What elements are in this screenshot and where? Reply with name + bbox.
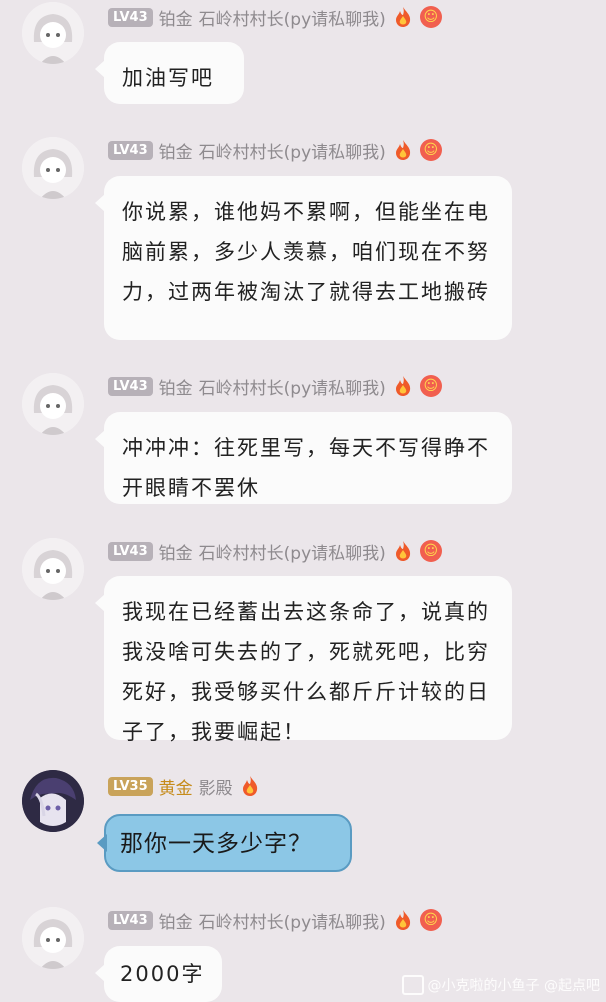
nickname[interactable]: 石岭村村长(py请私聊我) [199, 374, 386, 399]
message-meta: LV35 黄金 影殿 [108, 773, 261, 799]
message-text: 你说累，谁他妈不累啊，但能坐在电脑前累，多少人羡慕，咱们现在不努力，过两年被淘汰… [122, 200, 490, 304]
rank-label: 铂金 [158, 378, 193, 399]
message-meta: LV43 铂金 石岭村村长(py请私聊我) ☺ [108, 538, 442, 564]
chat-bubble: 加油写吧 [95, 42, 244, 104]
level-badge: LV43 [108, 910, 153, 930]
smile-badge-icon: ☺ [419, 909, 442, 931]
nickname[interactable]: 石岭村村长(py请私聊我) [199, 138, 386, 163]
message-meta: LV43 铂金 石岭村村长(py请私聊我) ☺ [108, 4, 442, 30]
level-badge: LV43 [108, 541, 153, 561]
user-avatar[interactable] [22, 538, 84, 600]
message-meta: LV43 铂金 石岭村村长(py请私聊我) ☺ [108, 907, 442, 933]
rank-label: 铂金 [158, 9, 193, 30]
fire-icon [242, 776, 257, 796]
level-badge: LV43 [108, 7, 153, 27]
watermark: @小克啦的小鱼子 @起点吧 [401, 975, 600, 995]
smile-badge-icon: ☺ [419, 375, 442, 397]
message-text: 冲冲冲：往死里写，每天不写得睁不开眼睛不罢休 [122, 436, 490, 500]
chat-bubble: 2000字 [95, 946, 222, 1002]
message-meta: LV43 铂金 石岭村村长(py请私聊我) ☺ [108, 373, 442, 399]
message-text: 加油写吧 [122, 66, 214, 90]
level-badge: LV43 [108, 140, 153, 160]
smile-badge-icon: ☺ [419, 6, 442, 28]
message-text: 2000字 [120, 962, 205, 986]
user-avatar[interactable] [22, 2, 84, 64]
message-text: 那你一天多少字？ [120, 831, 312, 857]
rank-label: 铂金 [158, 142, 193, 163]
chat-bubble: 我现在已经蓄出去这条命了，说真的我没啥可失去的了，死就死吧，比穷死好，我受够买什… [95, 576, 512, 744]
chat-bubble: 冲冲冲：往死里写，每天不写得睁不开眼睛不罢休 [95, 412, 512, 504]
user-avatar[interactable] [22, 907, 84, 969]
user-avatar[interactable] [22, 770, 84, 832]
smile-badge-icon: ☺ [419, 139, 442, 161]
fire-icon [395, 910, 410, 930]
fire-icon [395, 376, 410, 396]
fire-icon [395, 140, 410, 160]
level-badge: LV43 [108, 376, 153, 396]
nickname[interactable]: 石岭村村长(py请私聊我) [199, 908, 386, 933]
rank-label: 黄金 [158, 778, 193, 799]
rank-label: 铂金 [158, 912, 193, 933]
rank-label: 铂金 [158, 543, 193, 564]
nickname[interactable]: 石岭村村长(py请私聊我) [199, 539, 386, 564]
nickname[interactable]: 影殿 [199, 774, 233, 799]
watermark-logo-icon [401, 975, 424, 995]
fire-icon [395, 7, 410, 27]
chat-bubble: 你说累，谁他妈不累啊，但能坐在电脑前累，多少人羡慕，咱们现在不努力，过两年被淘汰… [95, 176, 512, 340]
message-text: 我现在已经蓄出去这条命了，说真的我没啥可失去的了，死就死吧，比穷死好，我受够买什… [122, 600, 490, 744]
user-avatar[interactable] [22, 373, 84, 435]
nickname[interactable]: 石岭村村长(py请私聊我) [199, 5, 386, 30]
fire-icon [395, 541, 410, 561]
user-avatar[interactable] [22, 137, 84, 199]
watermark-text: @小克啦的小鱼子 @起点吧 [427, 978, 600, 994]
chat-bubble-special: 那你一天多少字？ [97, 814, 352, 872]
smile-badge-icon: ☺ [419, 540, 442, 562]
level-badge: LV35 [108, 776, 153, 796]
message-meta: LV43 铂金 石岭村村长(py请私聊我) ☺ [108, 137, 442, 163]
